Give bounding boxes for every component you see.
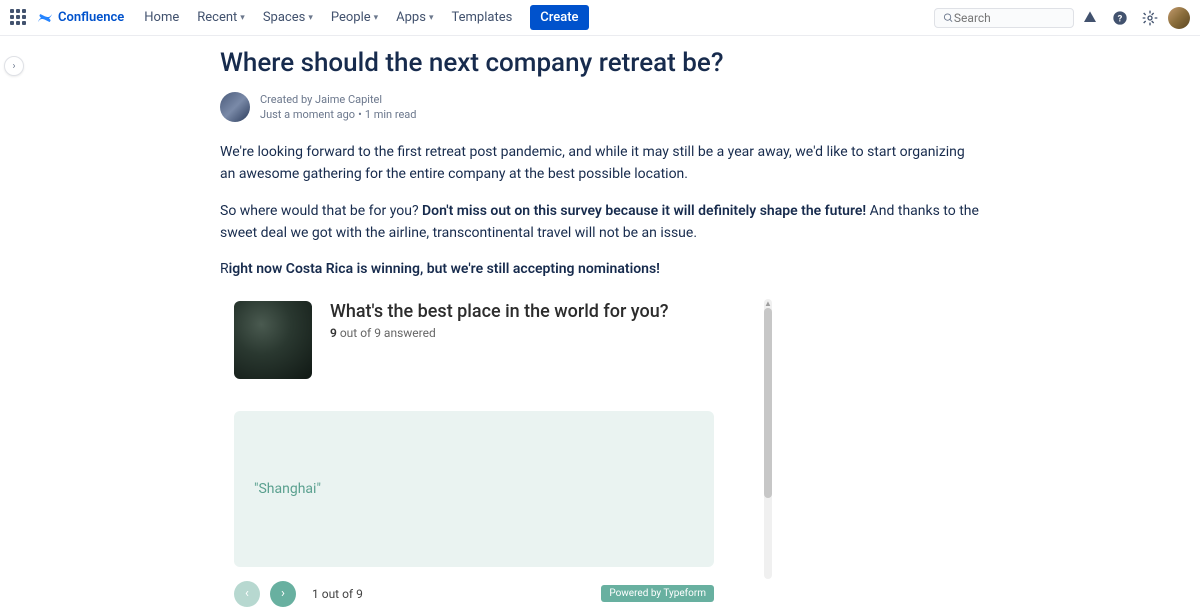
answer-pagination: 1 out of 9 bbox=[312, 587, 363, 601]
notifications-icon[interactable] bbox=[1076, 4, 1104, 32]
page-content: Where should the next company retreat be… bbox=[220, 36, 980, 607]
chevron-down-icon: ▾ bbox=[374, 13, 379, 23]
product-name: Confluence bbox=[58, 10, 124, 25]
paragraph: Right now Costa Rica is winning, but we'… bbox=[220, 258, 980, 280]
survey-question: What's the best place in the world for y… bbox=[330, 301, 668, 322]
last-modified: Just a moment ago bbox=[260, 108, 355, 121]
help-icon[interactable]: ? bbox=[1106, 4, 1134, 32]
chevron-down-icon: ▾ bbox=[240, 13, 245, 23]
app-switcher-icon[interactable] bbox=[10, 9, 28, 27]
profile-avatar[interactable] bbox=[1168, 7, 1190, 29]
nav-spaces[interactable]: Spaces▾ bbox=[255, 6, 321, 29]
prev-answer-button[interactable]: ‹ bbox=[234, 581, 260, 607]
confluence-logo[interactable]: Confluence bbox=[36, 9, 124, 27]
search-input[interactable] bbox=[954, 11, 1065, 25]
survey-answer-card: "Shanghai" bbox=[234, 411, 714, 567]
nav-people[interactable]: People▾ bbox=[323, 6, 386, 29]
search-icon bbox=[943, 12, 954, 24]
created-by-label: Created by bbox=[260, 93, 315, 106]
search-box[interactable] bbox=[934, 8, 1074, 28]
survey-embed: ▲ What's the best place in the world for… bbox=[234, 301, 714, 607]
nav-templates[interactable]: Templates bbox=[443, 6, 520, 29]
sidebar-expand-button[interactable]: › bbox=[4, 56, 24, 76]
paragraph: We're looking forward to the first retre… bbox=[220, 141, 980, 186]
page-byline: Created by Jaime Capitel Just a moment a… bbox=[220, 92, 980, 123]
confluence-icon bbox=[36, 9, 54, 27]
powered-by-badge[interactable]: Powered by Typeform bbox=[601, 585, 714, 602]
author-name[interactable]: Jaime Capitel bbox=[315, 93, 382, 106]
survey-answered-count: 9 out of 9 answered bbox=[330, 326, 668, 340]
settings-icon[interactable] bbox=[1136, 4, 1164, 32]
svg-text:?: ? bbox=[1118, 13, 1123, 24]
next-answer-button[interactable]: › bbox=[270, 581, 296, 607]
chevron-down-icon: ▾ bbox=[429, 13, 434, 23]
nav-recent[interactable]: Recent▾ bbox=[189, 6, 253, 29]
paragraph: So where would that be for you? Don't mi… bbox=[220, 200, 980, 245]
survey-image bbox=[234, 301, 312, 379]
chevron-down-icon: ▾ bbox=[308, 13, 313, 23]
scroll-up-icon[interactable]: ▲ bbox=[764, 299, 772, 308]
author-avatar[interactable] bbox=[220, 92, 250, 122]
nav-home[interactable]: Home bbox=[136, 6, 187, 29]
page-title: Where should the next company retreat be… bbox=[220, 48, 980, 78]
top-navigation: Confluence Home Recent▾ Spaces▾ People▾ … bbox=[0, 0, 1200, 36]
read-time: 1 min read bbox=[365, 108, 417, 121]
scrollbar-thumb[interactable] bbox=[764, 308, 772, 498]
scrollbar[interactable]: ▲ bbox=[764, 299, 772, 579]
create-button[interactable]: Create bbox=[530, 5, 588, 30]
nav-apps[interactable]: Apps▾ bbox=[388, 6, 441, 29]
survey-answer-text: "Shanghai" bbox=[254, 481, 321, 497]
primary-nav: Home Recent▾ Spaces▾ People▾ Apps▾ Templ… bbox=[136, 5, 588, 30]
